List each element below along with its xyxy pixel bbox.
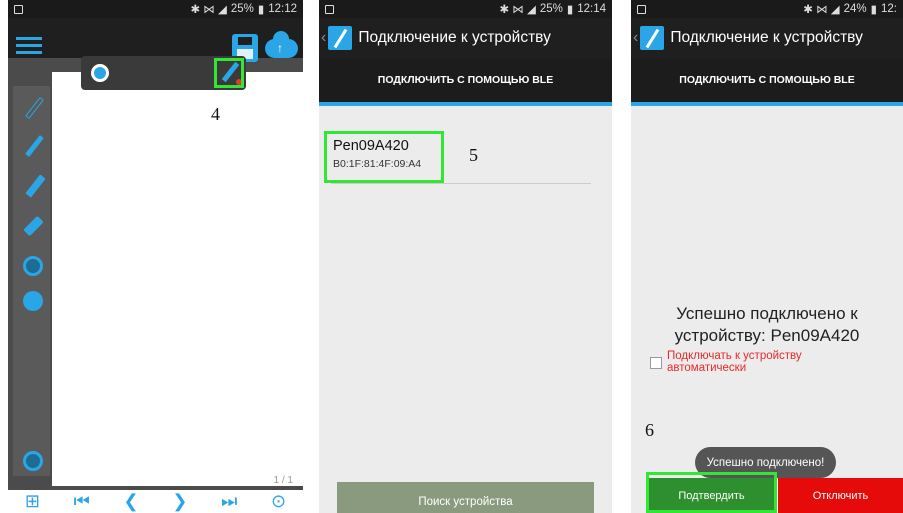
signal-icon: ✱ ⋈ ◢ [803, 4, 840, 16]
auto-connect-row: Подключать к устройству автоматически [650, 350, 837, 374]
clock: 12: [881, 3, 897, 15]
pen-size-slider[interactable] [91, 64, 109, 82]
tool-palette [13, 86, 50, 476]
search-device-button[interactable]: Поиск устройства [337, 482, 594, 513]
status-bar: ✱ ⋈ ◢ 25% ▮ 12:14 [319, 0, 612, 18]
drawing-canvas[interactable] [52, 72, 303, 486]
message-line-1: Успешно подключено к [676, 304, 858, 323]
app-bar: ‹ Подключение к устройству [319, 18, 612, 58]
signal-icon: ✱ ⋈ ◢ [190, 4, 227, 16]
app-logo-icon [328, 26, 353, 50]
menu-icon[interactable] [16, 37, 42, 58]
status-bar: ✱ ⋈ ◢ 24% ▮ 12: [631, 0, 903, 18]
clock: 12:12 [268, 3, 297, 15]
device-search-screen: ✱ ⋈ ◢ 25% ▮ 12:14 ‹ Подключение к устрой… [319, 0, 612, 513]
connect-pen-icon[interactable] [21, 449, 45, 473]
tab-label: ПОДКЛЮЧИТЬ С ПОМОЩЬЮ BLE [377, 74, 554, 86]
highlight-box [324, 131, 444, 183]
notification-icon [325, 4, 334, 14]
grid-icon[interactable]: ⊞ [25, 491, 40, 512]
battery-level: 24% [843, 3, 867, 15]
marker-tool[interactable] [21, 174, 46, 198]
back-icon[interactable]: ‹ [633, 29, 638, 47]
drawing-screen: ✱ ⋈ ◢ 25% ▮ 12:12 ↑ 4 1 / 1 ⊞ ⏮ ❮ ❯ ⏭ ⊙ [8, 0, 303, 513]
app-bar [8, 18, 303, 58]
notification-icon [14, 4, 23, 14]
page-title: Подключение к устройству [670, 29, 863, 46]
page-indicator: 1 / 1 [273, 475, 293, 486]
notification-icon [637, 4, 646, 14]
bottom-nav: ⊞ ⏮ ❮ ❯ ⏭ ⊙ [8, 490, 303, 513]
battery-icon: ▮ [566, 4, 574, 16]
step-label: 4 [211, 104, 220, 124]
prev-page-icon[interactable]: ❮ [124, 491, 139, 512]
highlight-box [214, 58, 244, 88]
step-label: 6 [645, 420, 654, 440]
auto-connect-checkbox[interactable] [650, 357, 662, 369]
auto-connect-label: Подключать к устройству автоматически [667, 350, 802, 374]
status-bar: ✱ ⋈ ◢ 25% ▮ 12:12 [8, 0, 303, 18]
image-tool[interactable] [21, 289, 45, 313]
signal-icon: ✱ ⋈ ◢ [499, 4, 536, 16]
battery-level: 25% [230, 3, 254, 15]
connected-screen: ✱ ⋈ ◢ 24% ▮ 12: ‹ Подключение к устройст… [631, 0, 903, 513]
last-page-icon[interactable]: ⏭ [221, 491, 237, 512]
more-icon[interactable]: ⊙ [271, 491, 286, 512]
pencil-outline-tool[interactable] [21, 96, 45, 120]
connection-message: Успешно подключено к устройству: Pen09A4… [631, 303, 903, 347]
battery-icon: ▮ [257, 4, 265, 16]
clock: 12:14 [577, 3, 606, 15]
disconnect-button[interactable]: Отключить [778, 478, 903, 513]
step-label: 5 [469, 145, 478, 165]
battery-level: 25% [539, 3, 563, 15]
first-page-icon[interactable]: ⏮ [74, 491, 90, 512]
battery-icon: ▮ [870, 4, 877, 16]
eraser-tool[interactable] [21, 214, 45, 238]
cloud-upload-icon[interactable]: ↑ [265, 31, 298, 58]
app-logo-icon [640, 26, 665, 50]
page-title: Подключение к устройству [358, 29, 551, 46]
back-icon[interactable]: ‹ [321, 29, 326, 47]
tab-ble[interactable]: ПОДКЛЮЧИТЬ С ПОМОЩЬЮ BLE [319, 58, 612, 106]
pen-tool[interactable] [21, 134, 45, 158]
message-line-2: устройству: Pen09A420 [674, 326, 860, 345]
shape-tool[interactable] [21, 254, 45, 278]
tab-label: ПОДКЛЮЧИТЬ С ПОМОЩЬЮ BLE [679, 74, 855, 86]
next-page-icon[interactable]: ❯ [172, 491, 187, 512]
highlight-box [646, 472, 777, 513]
tab-ble[interactable]: ПОДКЛЮЧИТЬ С ПОМОЩЬЮ BLE [631, 58, 903, 106]
app-bar: ‹ Подключение к устройству [631, 18, 903, 58]
